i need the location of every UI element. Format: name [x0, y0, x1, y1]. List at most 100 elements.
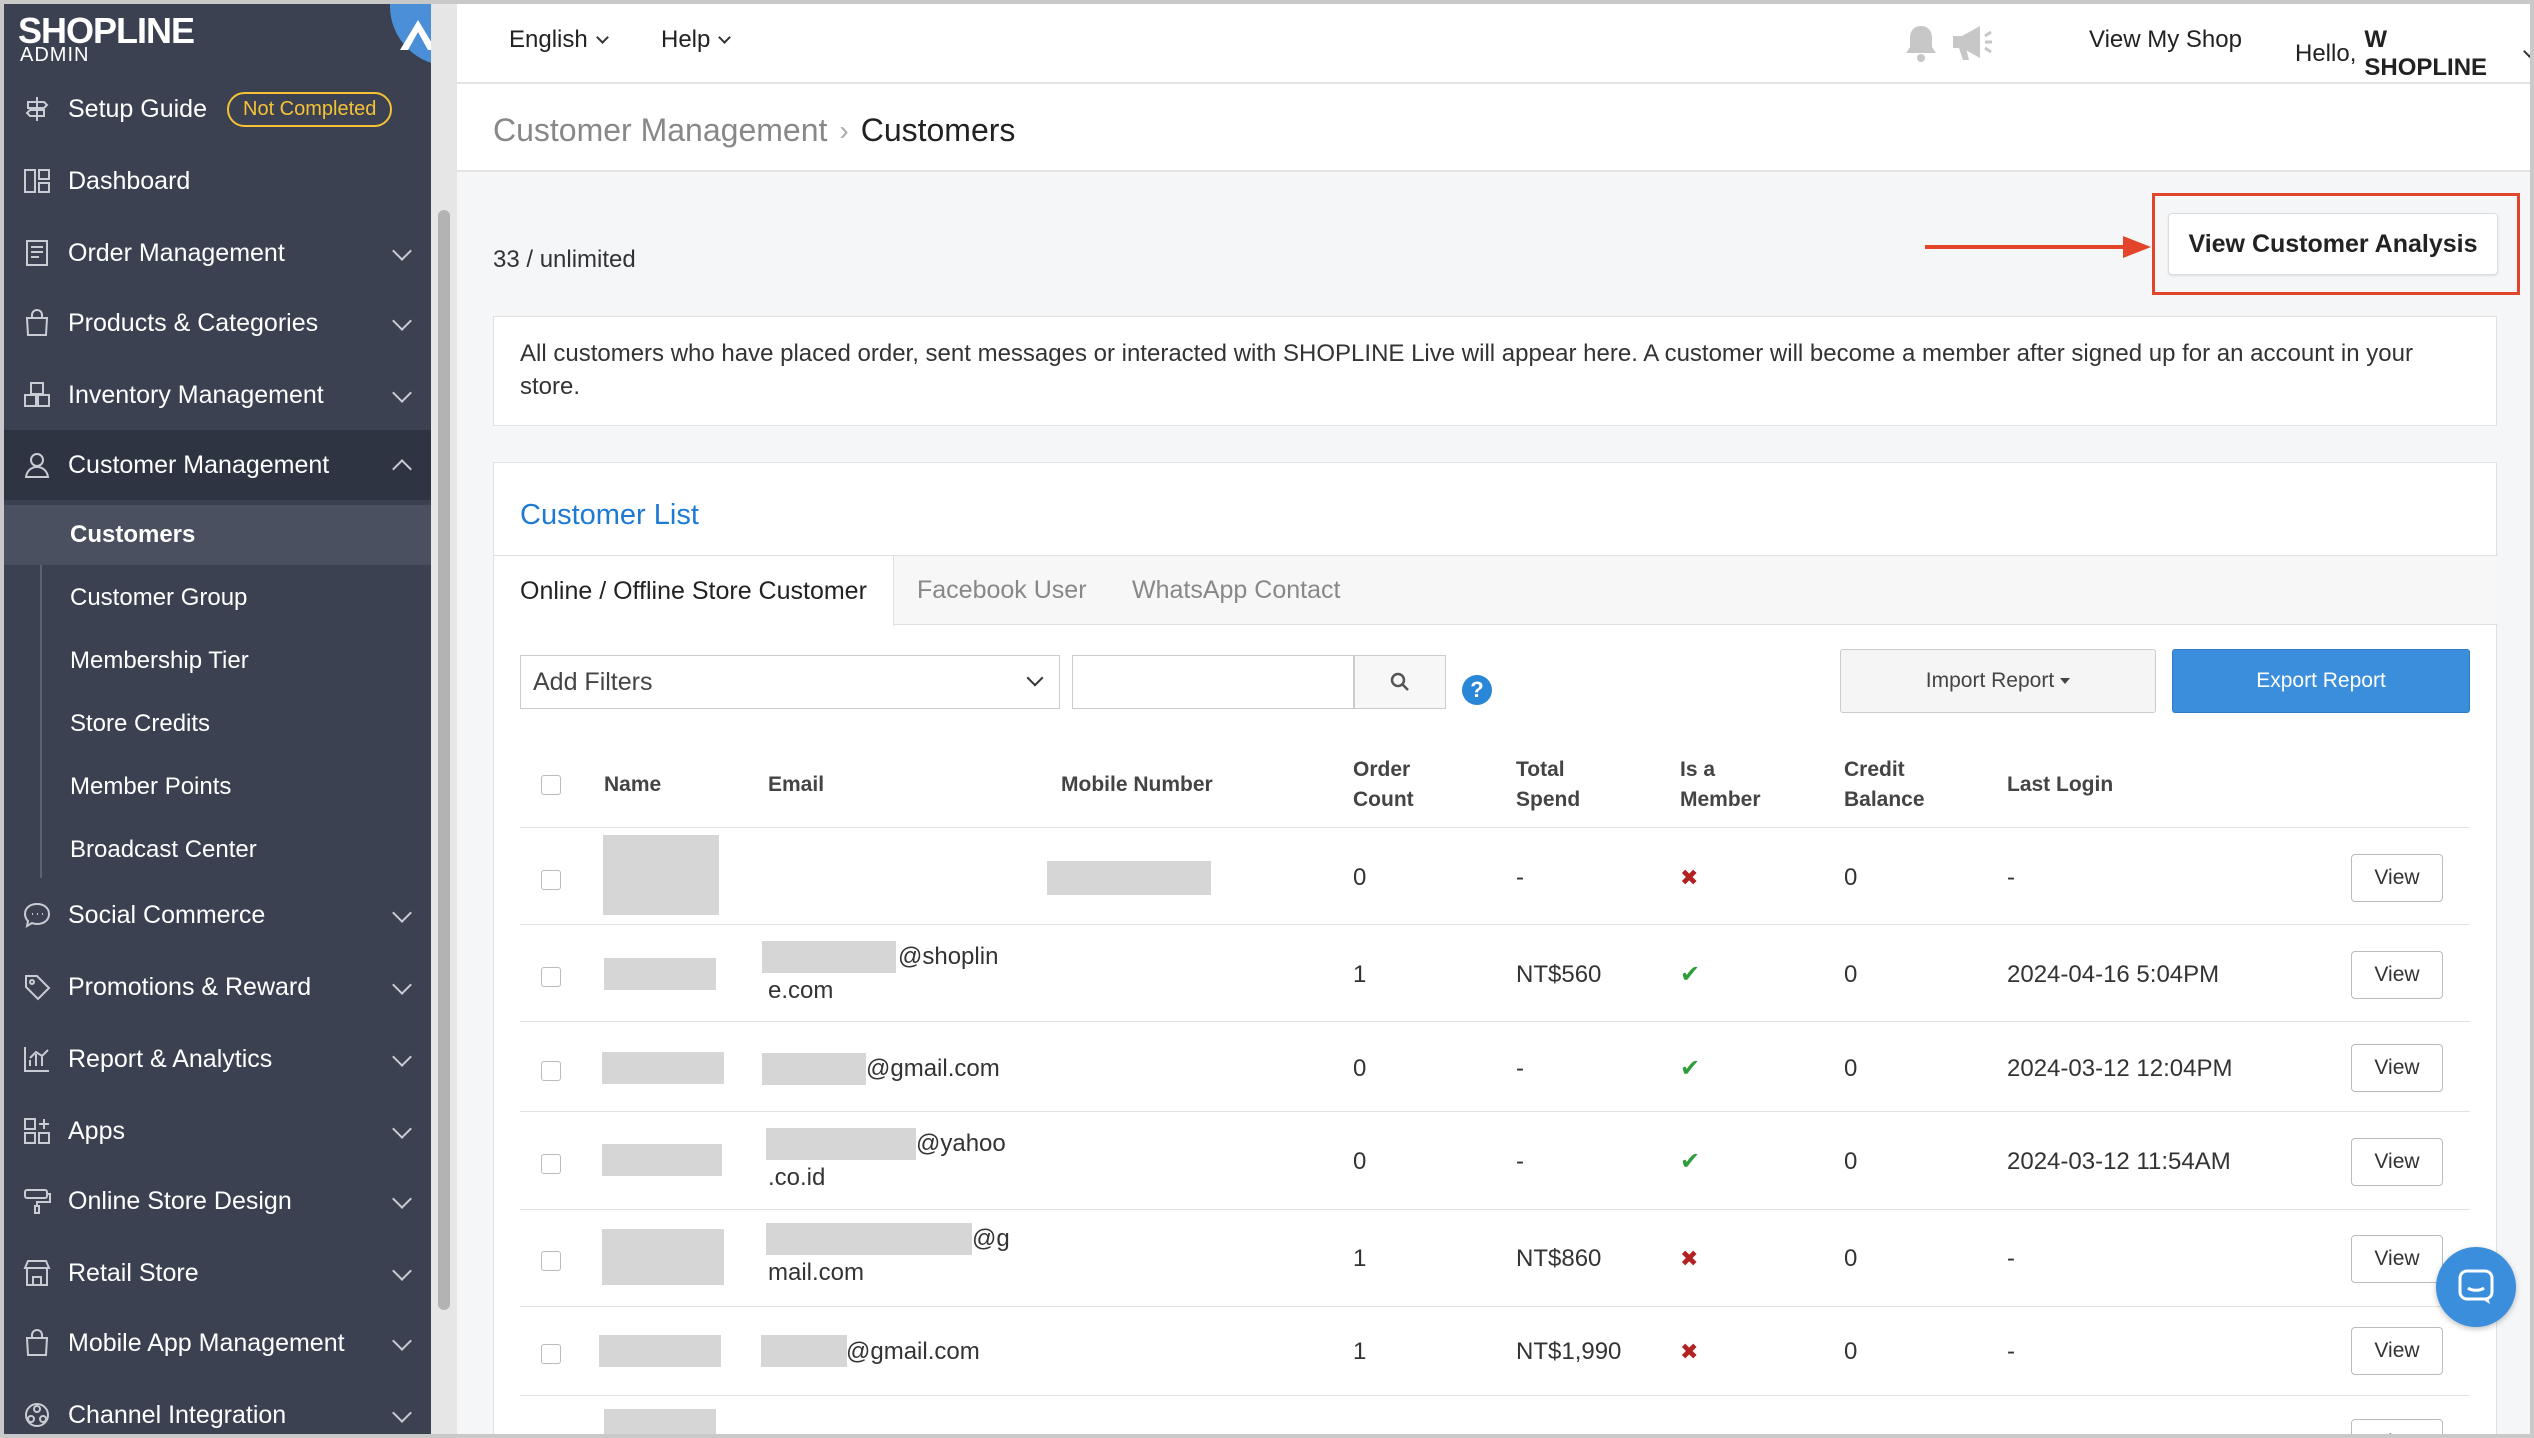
- view-customer-button[interactable]: View: [2351, 1138, 2443, 1186]
- triangle-logo-icon: [400, 20, 431, 50]
- header-line: Balance: [1844, 788, 1925, 811]
- sidebar-item-channel-integration[interactable]: Channel Integration: [0, 1380, 431, 1438]
- order-count: 0: [1353, 1055, 1367, 1082]
- view-my-shop-link[interactable]: View My Shop: [2089, 26, 2242, 54]
- view-customer-button[interactable]: View: [2351, 1044, 2443, 1092]
- column-header-email[interactable]: Email: [768, 770, 824, 800]
- column-header-mobile[interactable]: Mobile Number: [1061, 770, 1213, 800]
- tab-whatsapp-contact[interactable]: WhatsApp Contact: [1106, 556, 1366, 625]
- last-login: -: [2007, 864, 2015, 891]
- sidebar-item-report-analytics[interactable]: Report & Analytics: [0, 1024, 431, 1094]
- row-checkbox[interactable]: [541, 967, 561, 987]
- chevron-down-icon: [392, 1331, 412, 1351]
- column-header-order-count[interactable]: Order Count: [1353, 755, 1414, 815]
- redacted-name: [604, 1409, 716, 1438]
- export-report-button[interactable]: Export Report: [2172, 649, 2470, 713]
- language-label: English: [509, 26, 588, 53]
- help-dropdown[interactable]: Help: [661, 26, 732, 54]
- order-count: 1: [1353, 1338, 1367, 1365]
- redacted-email: [762, 941, 896, 973]
- language-dropdown[interactable]: English: [509, 26, 609, 54]
- import-report-button[interactable]: Import Report: [1840, 649, 2156, 713]
- credit-balance: 0: [1844, 864, 1858, 891]
- sidebar-item-dashboard[interactable]: Dashboard: [0, 146, 431, 216]
- row-checkbox[interactable]: [541, 1251, 561, 1271]
- sidebar-subitem-customer-group[interactable]: Customer Group: [70, 568, 431, 628]
- column-header-last-login[interactable]: Last Login: [2007, 770, 2113, 800]
- search-button[interactable]: [1354, 655, 1446, 709]
- add-filters-select[interactable]: Add Filters: [520, 655, 1060, 709]
- sidebar-item-products[interactable]: Products & Categories: [0, 288, 431, 358]
- view-customer-button[interactable]: View: [2351, 1419, 2443, 1438]
- chevron-down-icon: [718, 30, 732, 44]
- sidebar-item-promotions[interactable]: Promotions & Reward: [0, 952, 431, 1022]
- row-checkbox[interactable]: [541, 1061, 561, 1081]
- breadcrumb: Customer Management › Customers: [493, 112, 1015, 149]
- sidebar-item-label: Report & Analytics: [68, 1044, 273, 1073]
- redacted-email: [761, 1335, 847, 1367]
- row-checkbox[interactable]: [541, 1154, 561, 1174]
- tab-facebook-user[interactable]: Facebook User: [891, 556, 1113, 625]
- view-customer-button[interactable]: View: [2351, 854, 2443, 902]
- order-count: 0: [1353, 1148, 1367, 1175]
- caret-down-icon: [2060, 678, 2071, 684]
- customer-count: 33 / unlimited: [493, 246, 636, 273]
- chevron-down-icon: [392, 903, 412, 923]
- sidebar-item-setup-guide[interactable]: Setup Guide Not Completed: [0, 74, 431, 144]
- sidebar-item-label: Social Commerce: [68, 900, 266, 929]
- sidebar-item-label: Apps: [68, 1116, 125, 1145]
- breadcrumb-parent[interactable]: Customer Management: [493, 112, 827, 149]
- column-header-total-spend[interactable]: Total Spend: [1516, 755, 1580, 815]
- sidebar-item-apps[interactable]: Apps: [0, 1096, 431, 1166]
- tab-online-offline[interactable]: Online / Offline Store Customer: [494, 556, 894, 626]
- redacted-mobile: [1047, 861, 1211, 895]
- sidebar-item-mobile-app[interactable]: Mobile App Management: [0, 1308, 431, 1378]
- sidebar-subitem-store-credits[interactable]: Store Credits: [70, 694, 431, 754]
- chat-support-button[interactable]: [2436, 1247, 2516, 1327]
- help-question-icon[interactable]: ?: [1462, 675, 1492, 705]
- order-count: 1: [1353, 1245, 1367, 1272]
- column-header-name[interactable]: Name: [604, 770, 661, 800]
- chevron-right-icon: ›: [839, 114, 849, 146]
- bell-icon[interactable]: [1901, 22, 1941, 69]
- signpost-icon: [20, 92, 54, 126]
- search-input[interactable]: [1072, 655, 1354, 709]
- chevron-down-icon: [1026, 669, 1044, 687]
- sidebar-scrollbar-thumb[interactable]: [438, 210, 450, 1310]
- sidebar-item-customer-management[interactable]: Customer Management: [0, 430, 431, 500]
- table-divider: [520, 827, 2470, 828]
- redacted-email: [766, 1223, 972, 1255]
- chevron-down-icon: [392, 1189, 412, 1209]
- row-checkbox[interactable]: [541, 1344, 561, 1364]
- megaphone-icon[interactable]: [1949, 22, 1995, 69]
- view-customer-button[interactable]: View: [2351, 951, 2443, 999]
- select-all-checkbox[interactable]: [541, 775, 561, 795]
- sidebar-item-social-commerce[interactable]: Social Commerce: [0, 880, 431, 950]
- sidebar-item-inventory[interactable]: Inventory Management: [0, 360, 431, 430]
- top-bar: English Help View My Shop Hello, W SHOPL…: [457, 0, 2534, 84]
- user-menu[interactable]: Hello, W SHOPLINE: [2295, 26, 2534, 82]
- view-customer-button[interactable]: View: [2351, 1235, 2443, 1283]
- credit-balance: 0: [1844, 1055, 1858, 1082]
- sidebar-toggle[interactable]: [390, 0, 431, 66]
- sidebar-subitem-member-points[interactable]: Member Points: [70, 757, 431, 817]
- sidebar-subitem-membership-tier[interactable]: Membership Tier: [70, 631, 431, 691]
- chevron-down-icon: [2523, 44, 2534, 58]
- column-header-credit-balance[interactable]: Credit Balance: [1844, 755, 1925, 815]
- sidebar-subitem-customers[interactable]: Customers: [0, 505, 431, 565]
- sidebar-item-online-store-design[interactable]: Online Store Design: [0, 1166, 431, 1236]
- view-customer-button[interactable]: View: [2351, 1327, 2443, 1375]
- row-checkbox[interactable]: [541, 870, 561, 890]
- view-customer-analysis-button[interactable]: View Customer Analysis: [2168, 213, 2498, 275]
- not-member-icon: ✖: [1680, 1339, 1699, 1364]
- sidebar-item-retail-store[interactable]: Retail Store: [0, 1238, 431, 1308]
- annotation-arrow: [1925, 236, 2151, 258]
- sidebar-item-label: Order Management: [68, 238, 285, 267]
- sidebar-item-order-management[interactable]: Order Management: [0, 218, 431, 288]
- bag-icon: [20, 306, 54, 340]
- column-header-is-member[interactable]: Is a Member: [1680, 755, 1761, 815]
- header-line: Is a: [1680, 758, 1716, 781]
- email-text: @gmail.com: [866, 1055, 1000, 1082]
- sidebar-subitem-broadcast-center[interactable]: Broadcast Center: [70, 820, 431, 880]
- logo-subtitle: ADMIN: [20, 44, 90, 66]
